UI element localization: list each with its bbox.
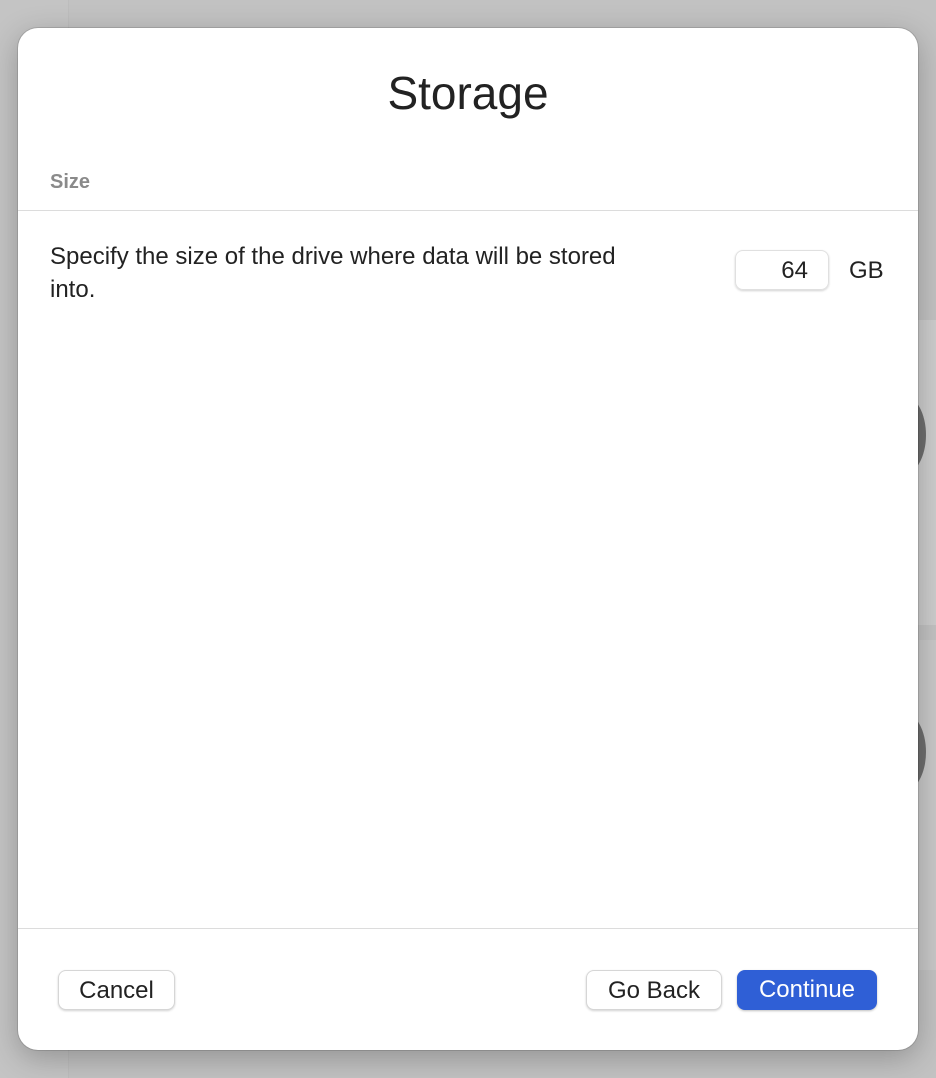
size-description: Specify the size of the drive where data… bbox=[50, 243, 616, 303]
background-panel bbox=[918, 640, 936, 970]
storage-dialog: Storage Size Specify the size of the dri… bbox=[18, 28, 918, 1050]
dialog-title: Storage bbox=[387, 67, 549, 119]
size-unit-label: GB bbox=[849, 257, 884, 284]
go-back-button[interactable]: Go Back bbox=[586, 970, 722, 1010]
cancel-button[interactable]: Cancel bbox=[58, 970, 175, 1010]
divider bbox=[18, 210, 918, 211]
footer-divider bbox=[18, 928, 918, 929]
section-label-size: Size bbox=[50, 171, 91, 193]
background-panel bbox=[918, 320, 936, 625]
size-input[interactable]: 64 bbox=[735, 250, 829, 290]
continue-button[interactable]: Continue bbox=[737, 970, 877, 1010]
